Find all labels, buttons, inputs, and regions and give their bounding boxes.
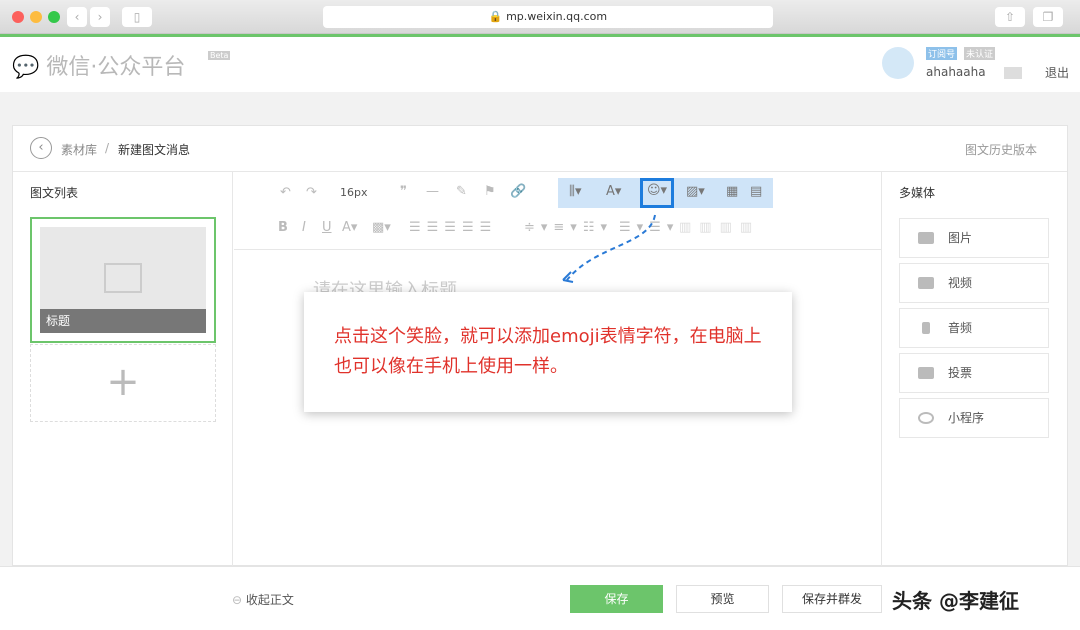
article-card[interactable]: 标题 xyxy=(30,217,216,343)
font-size-select[interactable]: 16px xyxy=(340,186,368,199)
footer-bar: ⊖ 收起正文 保存 预览 保存并群发 头条 @李建征 xyxy=(0,566,1080,630)
forward-icon[interactable]: › xyxy=(90,7,110,27)
media-label: 投票 xyxy=(948,366,973,380)
bg-color-icon[interactable]: ▩▾ xyxy=(372,220,391,235)
save-and-send-button[interactable]: 保存并群发 xyxy=(782,585,882,613)
sidebar-icon[interactable]: ▯ xyxy=(122,7,152,27)
beta-badge: Beta xyxy=(208,51,231,60)
mic-icon xyxy=(922,322,930,334)
chart-icon xyxy=(918,367,934,379)
collapse-icon: ⊖ xyxy=(232,593,243,607)
media-image[interactable]: 图片 xyxy=(899,218,1049,258)
watermark: 头条 @李建征 xyxy=(892,589,1019,613)
tabs-icon[interactable]: ❐ xyxy=(1033,7,1063,27)
undo-icon[interactable]: ↶ xyxy=(280,185,291,200)
media-panel: 多媒体 图片 视频 音频 投票 小程序 xyxy=(881,172,1067,567)
close-window-button[interactable] xyxy=(12,11,24,23)
site-header: 💬 微信·公众平台 Beta 订阅号 未认证 ahahaaha 退出 xyxy=(0,37,1080,92)
collapse-label: 收起正文 xyxy=(245,593,294,607)
smiley-icon: ☺▾ xyxy=(647,183,668,198)
cover-image-placeholder: 标题 xyxy=(40,227,206,333)
emoji-button[interactable]: ☺▾ xyxy=(640,178,674,208)
media-title: 多媒体 xyxy=(899,186,936,200)
letter-spacing-icon[interactable]: A▾ xyxy=(606,184,621,199)
media-label: 图片 xyxy=(948,231,973,245)
font-color-icon[interactable]: A▾ xyxy=(342,220,357,235)
breadcrumb-sep: / xyxy=(105,141,110,155)
mail-icon[interactable] xyxy=(1004,67,1022,79)
browser-titlebar: ‹ › ▯ 🔒 mp.weixin.qq.com ⇧ ❐ xyxy=(0,0,1080,34)
tip-text: 点击这个笑脸，就可以添加emoji表情字符，在电脑上也可以像在手机上使用一样。 xyxy=(334,326,762,377)
history-dropdown[interactable]: 图文历史版本 xyxy=(965,141,1037,158)
card-title: 标题 xyxy=(40,309,206,333)
arrow-annotation xyxy=(562,214,656,283)
back-circle-icon[interactable]: ‹ xyxy=(30,137,52,159)
image-icon xyxy=(104,263,142,293)
logo-text: 微信·公众平台 xyxy=(46,55,186,80)
url-text: mp.weixin.qq.com xyxy=(506,10,608,23)
minimize-window-button[interactable] xyxy=(30,11,42,23)
media-miniprogram[interactable]: 小程序 xyxy=(899,398,1049,438)
italic-icon[interactable]: I xyxy=(302,220,306,235)
quote-icon[interactable]: ❞ xyxy=(400,184,407,199)
hr-icon[interactable]: — xyxy=(426,184,439,199)
link-icon[interactable]: 🔗 xyxy=(510,184,526,199)
url-bar[interactable]: 🔒 mp.weixin.qq.com xyxy=(323,6,773,28)
eraser-icon[interactable]: ✎ xyxy=(456,184,467,199)
save-button[interactable]: 保存 xyxy=(570,585,663,613)
share-icon[interactable]: ⇧ xyxy=(995,7,1025,27)
collapse-button[interactable]: ⊖ 收起正文 xyxy=(232,591,294,608)
logout-link[interactable]: 退出 xyxy=(1045,64,1069,81)
verify-badge: 未认证 xyxy=(964,47,996,60)
account-type-badge: 订阅号 xyxy=(926,47,958,60)
preview-button[interactable]: 预览 xyxy=(676,585,769,613)
miniprogram-icon xyxy=(918,412,934,424)
media-video[interactable]: 视频 xyxy=(899,263,1049,303)
wechat-icon: 💬 xyxy=(12,55,40,80)
redo-icon[interactable]: ↷ xyxy=(306,185,317,200)
media-vote[interactable]: 投票 xyxy=(899,353,1049,393)
table-icons[interactable]: ▥▥▥▥ xyxy=(679,220,760,235)
spacing-icon[interactable]: ⫼▾ xyxy=(569,184,582,199)
media-audio[interactable]: 音频 xyxy=(899,308,1049,348)
picture-icon xyxy=(918,232,934,244)
bold-icon[interactable]: B xyxy=(278,220,288,235)
media-label: 视频 xyxy=(948,276,973,290)
align-icons[interactable]: ☰☰☰☰☰ xyxy=(409,220,497,235)
media-label: 音频 xyxy=(948,321,973,335)
word-icon[interactable]: ▤ xyxy=(750,184,762,199)
lock-icon: 🔒 xyxy=(488,10,503,23)
breadcrumb-parent[interactable]: 素材库 xyxy=(61,141,97,158)
breadcrumb: ‹ 素材库 / 新建图文消息 图文历史版本 xyxy=(13,126,1067,172)
media-label: 小程序 xyxy=(948,411,985,425)
avatar[interactable] xyxy=(882,47,914,79)
breadcrumb-current: 新建图文消息 xyxy=(118,143,191,157)
template-icon[interactable]: ▦ xyxy=(726,184,738,199)
logo[interactable]: 💬 微信·公众平台 xyxy=(12,49,185,81)
underline-icon[interactable]: U xyxy=(322,220,332,235)
video-icon xyxy=(918,277,934,289)
username[interactable]: ahahaaha xyxy=(926,65,986,79)
format-brush-icon[interactable]: ⚑ xyxy=(484,184,496,199)
image-insert-icon[interactable]: ▨▾ xyxy=(686,184,705,199)
add-article-button[interactable]: + xyxy=(30,344,216,422)
back-icon[interactable]: ‹ xyxy=(67,7,87,27)
tip-popup: 点击这个笑脸，就可以添加emoji表情字符，在电脑上也可以像在手机上使用一样。 xyxy=(304,292,792,412)
article-list: 图文列表 标题 + xyxy=(13,172,233,567)
article-list-title: 图文列表 xyxy=(30,186,79,200)
maximize-window-button[interactable] xyxy=(48,11,60,23)
